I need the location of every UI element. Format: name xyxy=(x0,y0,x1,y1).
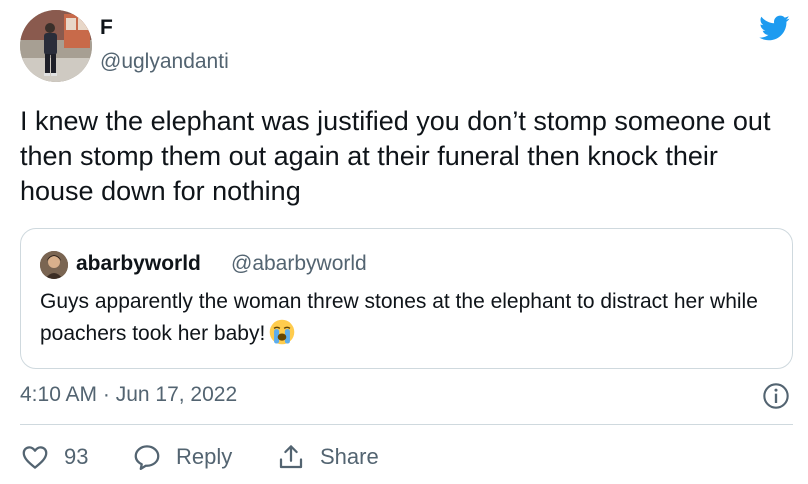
quoted-display-name[interactable]: abarbyworld xyxy=(76,251,201,277)
quoted-author-avatar[interactable] xyxy=(40,251,68,279)
author-handle[interactable]: @uglyandanti xyxy=(100,50,229,74)
reply-bubble-icon xyxy=(134,445,160,470)
twitter-bird-icon[interactable] xyxy=(756,12,792,44)
quoted-handle[interactable]: @abarbyworld xyxy=(231,251,367,277)
reply-button[interactable]: Reply xyxy=(132,440,232,474)
tweet-card: F @uglyandanti I knew the elephant was j… xyxy=(0,0,808,484)
share-label: Share xyxy=(320,444,379,469)
tweet-timestamp[interactable]: 4:10 AM · Jun 17, 2022 xyxy=(20,381,237,409)
reply-label: Reply xyxy=(176,444,233,469)
quoted-tweet-text: Guys apparently the woman threw stones a… xyxy=(40,290,758,345)
info-icon[interactable] xyxy=(762,382,790,410)
avatar-photo xyxy=(20,10,92,82)
quoted-avatar-photo xyxy=(40,251,68,279)
like-count: 93 xyxy=(64,444,89,469)
quoted-tweet[interactable]: abarbyworld @abarbyworld Guys apparently… xyxy=(20,228,793,369)
share-icon xyxy=(279,445,303,469)
divider xyxy=(20,424,793,425)
author-display-name[interactable]: F xyxy=(100,16,113,40)
like-button[interactable]: 93 xyxy=(20,440,88,474)
tweet-text: I knew the elephant was justified you do… xyxy=(20,106,771,206)
quoted-tweet-text-wrap: Guys apparently the woman threw stones a… xyxy=(40,286,780,350)
author-avatar[interactable] xyxy=(20,10,92,82)
loudly-crying-face-icon xyxy=(270,319,295,345)
heart-icon xyxy=(22,446,48,469)
share-button[interactable]: Share xyxy=(276,440,379,474)
